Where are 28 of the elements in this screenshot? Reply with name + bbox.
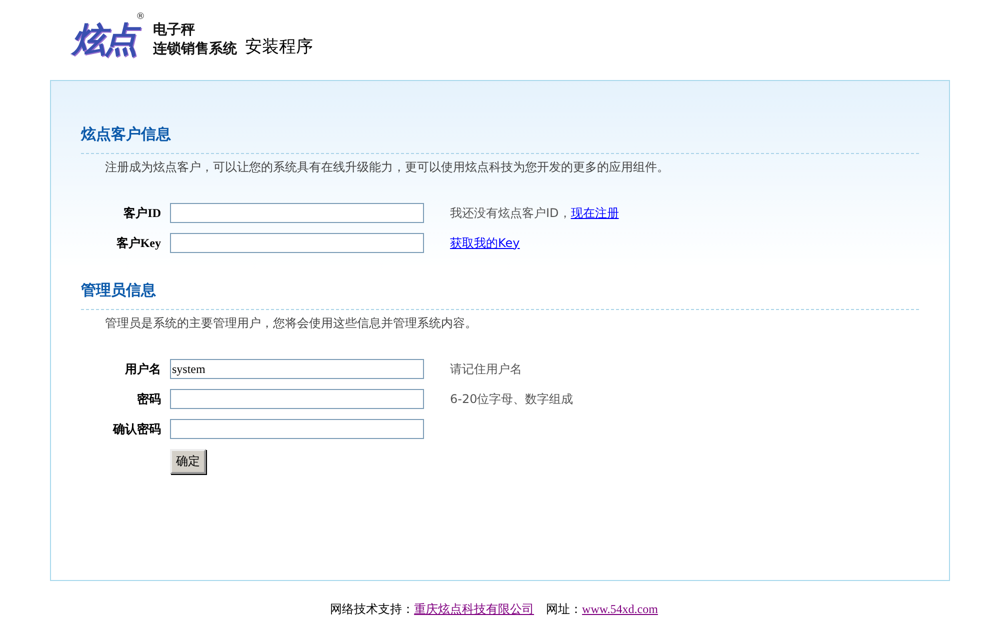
footer-link[interactable]: www.54xd.com [582, 601, 658, 617]
section-title: 管理员信息 [81, 275, 919, 310]
section-title: 炫点客户信息 [81, 119, 919, 154]
hint-text: 6-20位字母、数字组成 [450, 392, 574, 406]
section-description: 注册成为炫点客户，可以让您的系统具有在线升级能力，更可以使用炫点科技为您开发的更多的应用组件。 [104, 159, 670, 175]
section-description: 管理员是系统的主要管理用户，您将会使用这些信息并管理系统内容。 [104, 315, 478, 331]
page-title: 安装程序 [245, 36, 313, 58]
hint-text: 我还没有炫点客户ID， [450, 206, 571, 220]
link[interactable]: 现在注册 [570, 206, 619, 220]
hint-text: 请记住用户名 [450, 362, 522, 376]
footer-link[interactable]: 重庆炫点科技有限公司 [414, 601, 534, 617]
footer-label: 网络技术支持： [330, 601, 414, 617]
field-label: 确认密码 [112, 420, 161, 438]
product-name: 连锁销售系统 [153, 40, 237, 59]
footer-label: 网址： [546, 601, 582, 617]
input-field[interactable]: system [170, 359, 424, 379]
link[interactable]: 获取我的Key [450, 236, 520, 250]
field-label: 客户ID [122, 204, 161, 222]
input-field[interactable] [170, 389, 424, 409]
product-name: 电子秤 [153, 21, 196, 40]
input-field[interactable] [170, 233, 424, 253]
confirm-button[interactable]: 确定 [170, 449, 206, 474]
field-label: 用户名 [124, 360, 161, 378]
input-field[interactable] [170, 419, 424, 439]
registered-mark: ® [136, 12, 145, 22]
field-label: 密码 [136, 390, 161, 408]
field-label: 客户Key [115, 234, 161, 252]
input-field[interactable] [170, 203, 424, 223]
